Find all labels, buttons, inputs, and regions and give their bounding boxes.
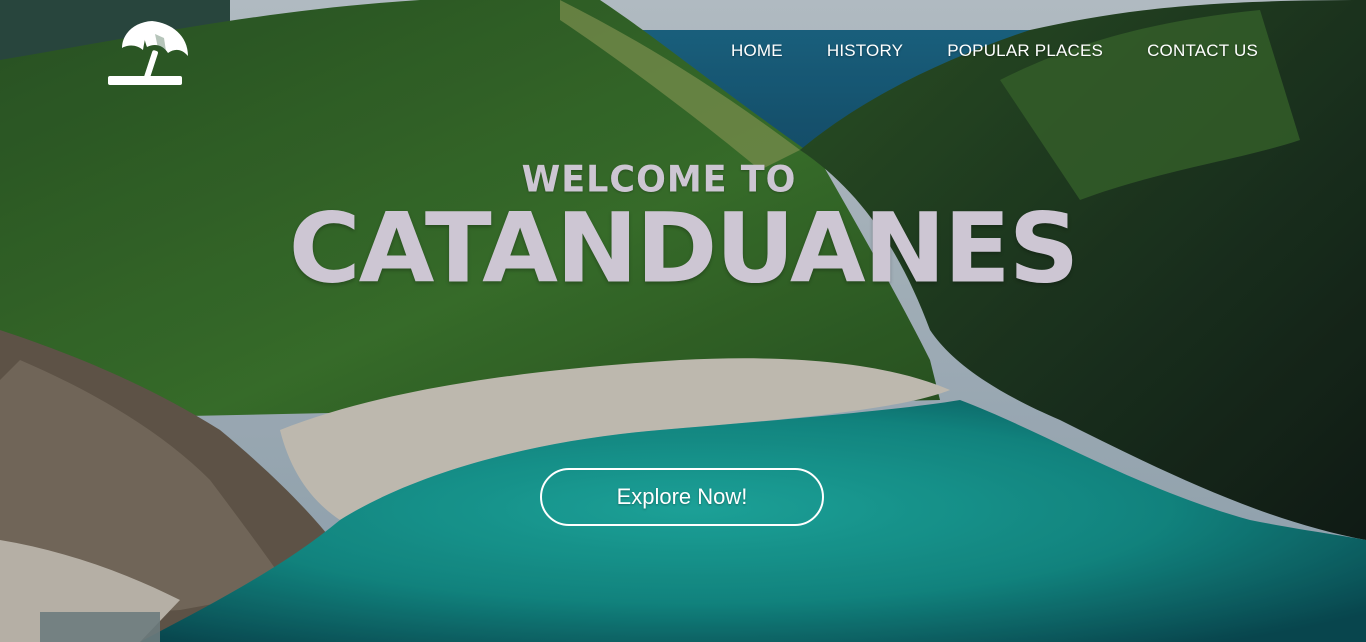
nav-item-history[interactable]: HISTORY	[827, 41, 903, 61]
main-nav: HOME HISTORY POPULAR PLACES CONTACT US	[687, 41, 1258, 61]
hero-title: CATANDUANES	[288, 193, 1080, 305]
hero-headline: WELCOME TO CATANDUANES	[0, 159, 1366, 305]
background-photo	[0, 0, 1366, 642]
nav-item-popular-places[interactable]: POPULAR PLACES	[947, 41, 1103, 61]
hero-section: HOME HISTORY POPULAR PLACES CONTACT US W…	[0, 0, 1366, 642]
nav-item-contact-us[interactable]: CONTACT US	[1147, 41, 1258, 61]
explore-now-button[interactable]: Explore Now!	[540, 468, 824, 526]
nav-item-home[interactable]: HOME	[731, 41, 783, 61]
beach-umbrella-icon[interactable]	[106, 18, 192, 88]
